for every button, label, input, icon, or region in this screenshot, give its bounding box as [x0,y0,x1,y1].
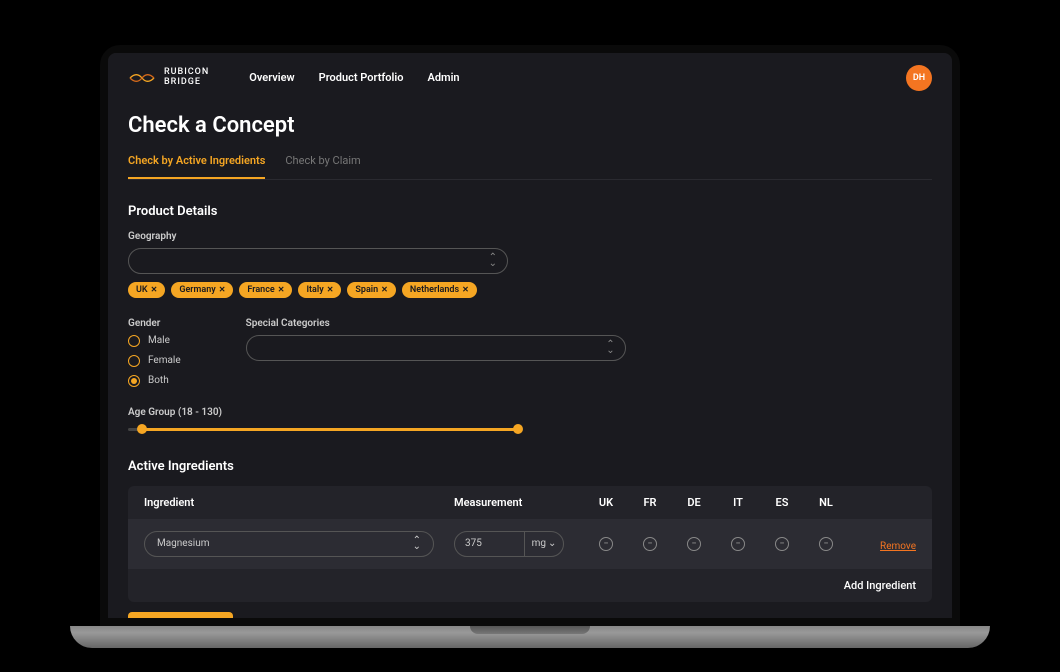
chevron-down-icon: ⌄ [548,538,556,549]
measurement-unit-select[interactable]: mg⌄ [525,532,563,556]
chevron-updown-icon: ⌃⌄ [489,255,497,267]
tag-italy: Italy✕ [298,282,341,298]
brand-logo: RUBICON BRIDGE [128,68,209,88]
remove-ingredient-link[interactable]: Remove [880,541,916,552]
th-de: DE [672,496,716,509]
concept-tabs: Check by Active Ingredients Check by Cla… [128,154,932,180]
slider-handle-min[interactable] [137,424,147,434]
th-it: IT [716,496,760,509]
th-nl: NL [804,496,848,509]
gender-radio-group: Male Female Both [128,335,181,387]
chevron-updown-icon: ⌃⌄ [413,538,421,550]
age-slider[interactable] [128,428,518,431]
table-row: Magnesium ⌃⌄ 375 mg⌄ − [128,519,932,569]
gender-label: Gender [128,318,181,329]
active-ingredients-heading: Active Ingredients [128,459,932,474]
special-categories-select[interactable]: ⌃⌄ [246,335,626,361]
special-categories-label: Special Categories [246,318,626,329]
tab-by-ingredients[interactable]: Check by Active Ingredients [128,154,265,179]
tag-remove-icon[interactable]: ✕ [327,285,334,294]
product-details-heading: Product Details [128,204,932,219]
tag-netherlands: Netherlands✕ [402,282,477,298]
laptop-base [70,626,990,648]
measurement-value[interactable]: 375 [455,532,525,556]
radio-male[interactable]: Male [128,335,181,347]
nav-portfolio[interactable]: Product Portfolio [319,71,404,84]
status-pending-icon: − [643,537,657,551]
rubicon-logo-icon [128,70,156,86]
table-header: Ingredient Measurement UK FR DE IT ES NL [128,486,932,519]
main-nav: Overview Product Portfolio Admin [249,71,459,84]
tag-remove-icon[interactable]: ✕ [151,285,158,294]
th-ingredient: Ingredient [144,496,454,509]
geography-tags: UK✕ Germany✕ France✕ Italy✕ Spain✕ Nethe… [128,282,932,298]
th-measurement: Measurement [454,496,584,509]
th-uk: UK [584,496,628,509]
slider-fill [142,428,518,431]
nav-overview[interactable]: Overview [249,71,294,84]
radio-female[interactable]: Female [128,355,181,367]
tag-remove-icon[interactable]: ✕ [219,285,226,294]
table-footer: Add Ingredient [128,569,932,602]
ingredients-table: Ingredient Measurement UK FR DE IT ES NL [128,486,932,602]
tag-remove-icon[interactable]: ✕ [278,285,285,294]
status-pending-icon: − [599,537,613,551]
app-header: RUBICON BRIDGE Overview Product Portfoli… [108,53,952,103]
radio-icon [128,335,140,347]
page-title: Check a Concept [128,113,932,138]
tag-remove-icon[interactable]: ✕ [462,285,469,294]
nav-admin[interactable]: Admin [427,71,459,84]
slider-handle-max[interactable] [513,424,523,434]
status-pending-icon: − [731,537,745,551]
geography-select[interactable]: ⌃⌄ [128,248,508,274]
measurement-input: 375 mg⌄ [454,531,564,557]
tag-spain: Spain✕ [347,282,395,298]
ingredient-select[interactable]: Magnesium ⌃⌄ [144,531,434,557]
status-pending-icon: − [687,537,701,551]
age-group-label: Age Group (18 - 130) [128,407,932,418]
th-fr: FR [628,496,672,509]
tag-uk: UK✕ [128,282,165,298]
th-es: ES [760,496,804,509]
geography-label: Geography [128,231,932,242]
radio-both[interactable]: Both [128,375,181,387]
status-pending-icon: − [819,537,833,551]
radio-icon [128,355,140,367]
status-pending-icon: − [775,537,789,551]
validate-concept-button[interactable]: Validate Concept [128,612,233,618]
radio-icon [128,375,140,387]
brand-line2: BRIDGE [164,78,209,88]
add-ingredient-link[interactable]: Add Ingredient [844,579,916,592]
tab-by-claim[interactable]: Check by Claim [285,154,360,179]
tag-france: France✕ [239,282,292,298]
tag-remove-icon[interactable]: ✕ [381,285,388,294]
tag-germany: Germany✕ [171,282,233,298]
chevron-updown-icon: ⌃⌄ [606,342,614,354]
user-avatar[interactable]: DH [906,65,932,91]
